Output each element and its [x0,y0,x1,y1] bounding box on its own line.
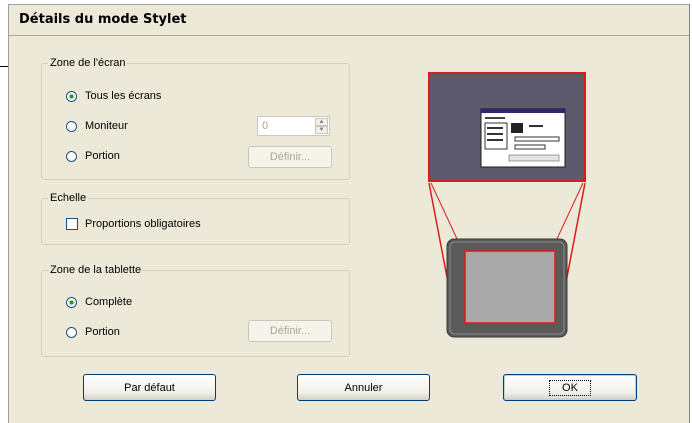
default-button[interactable]: Par défaut [83,374,216,401]
tablet-area-legend: Zone de la tablette [48,264,144,276]
title-bar: Détails du mode Stylet [9,5,689,36]
spinner-down-icon[interactable]: ▼ [315,126,328,134]
dialog-title: Détails du mode Stylet [19,12,187,27]
radio-all-screens-label: Tous les écrans [85,90,162,102]
ok-button-label: OK [549,379,591,396]
scale-legend: Echelle [48,192,89,204]
monitor-spinner-value: 0 [262,120,269,132]
desktop-thumbnail-icon [480,108,566,168]
radio-monitor-label: Moniteur [85,120,128,132]
screen-area-group: Zone de l'écran Tous les écrans Moniteur… [41,57,350,180]
define-screen-button[interactable]: Définir... [248,146,332,168]
radio-screen-portion[interactable]: Portion [66,148,120,164]
radio-monitor[interactable]: Moniteur [66,118,128,134]
scale-group: Echelle Proportions obligatoires [41,192,350,245]
radio-screen-portion-control[interactable] [66,150,77,162]
radio-all-screens[interactable]: Tous les écrans [66,88,161,104]
radio-tablet-portion-label: Portion [85,326,120,338]
spinner-up-icon[interactable]: ▲ [315,118,328,126]
tablet-active-area [464,250,556,324]
define-tablet-button[interactable]: Définir... [248,320,332,342]
ok-button[interactable]: OK [503,374,637,401]
screen-area-legend: Zone de l'écran [48,57,128,69]
mapping-illustration [428,72,586,338]
radio-tablet-full-label: Complète [85,296,133,308]
radio-tablet-portion[interactable]: Portion [66,324,120,340]
stylet-details-dialog: Détails du mode Stylet Zone de l'écran T… [8,4,690,423]
radio-monitor-control[interactable] [66,120,77,132]
tablet-area-group: Zone de la tablette Complète Portion Déf… [41,264,350,357]
monitor-spinner[interactable]: 0 ▲ ▼ [257,116,330,136]
force-proportions-checkbox-control[interactable] [66,218,78,230]
radio-tablet-full[interactable]: Complète [66,294,132,310]
radio-screen-portion-label: Portion [85,150,120,162]
cancel-button[interactable]: Annuler [297,374,430,401]
radio-tablet-portion-control[interactable] [66,326,77,338]
radio-tablet-full-control[interactable] [66,296,77,308]
radio-all-screens-control[interactable] [66,90,77,102]
force-proportions-label: Proportions obligatoires [85,218,201,230]
force-proportions-checkbox[interactable]: Proportions obligatoires [66,216,201,232]
